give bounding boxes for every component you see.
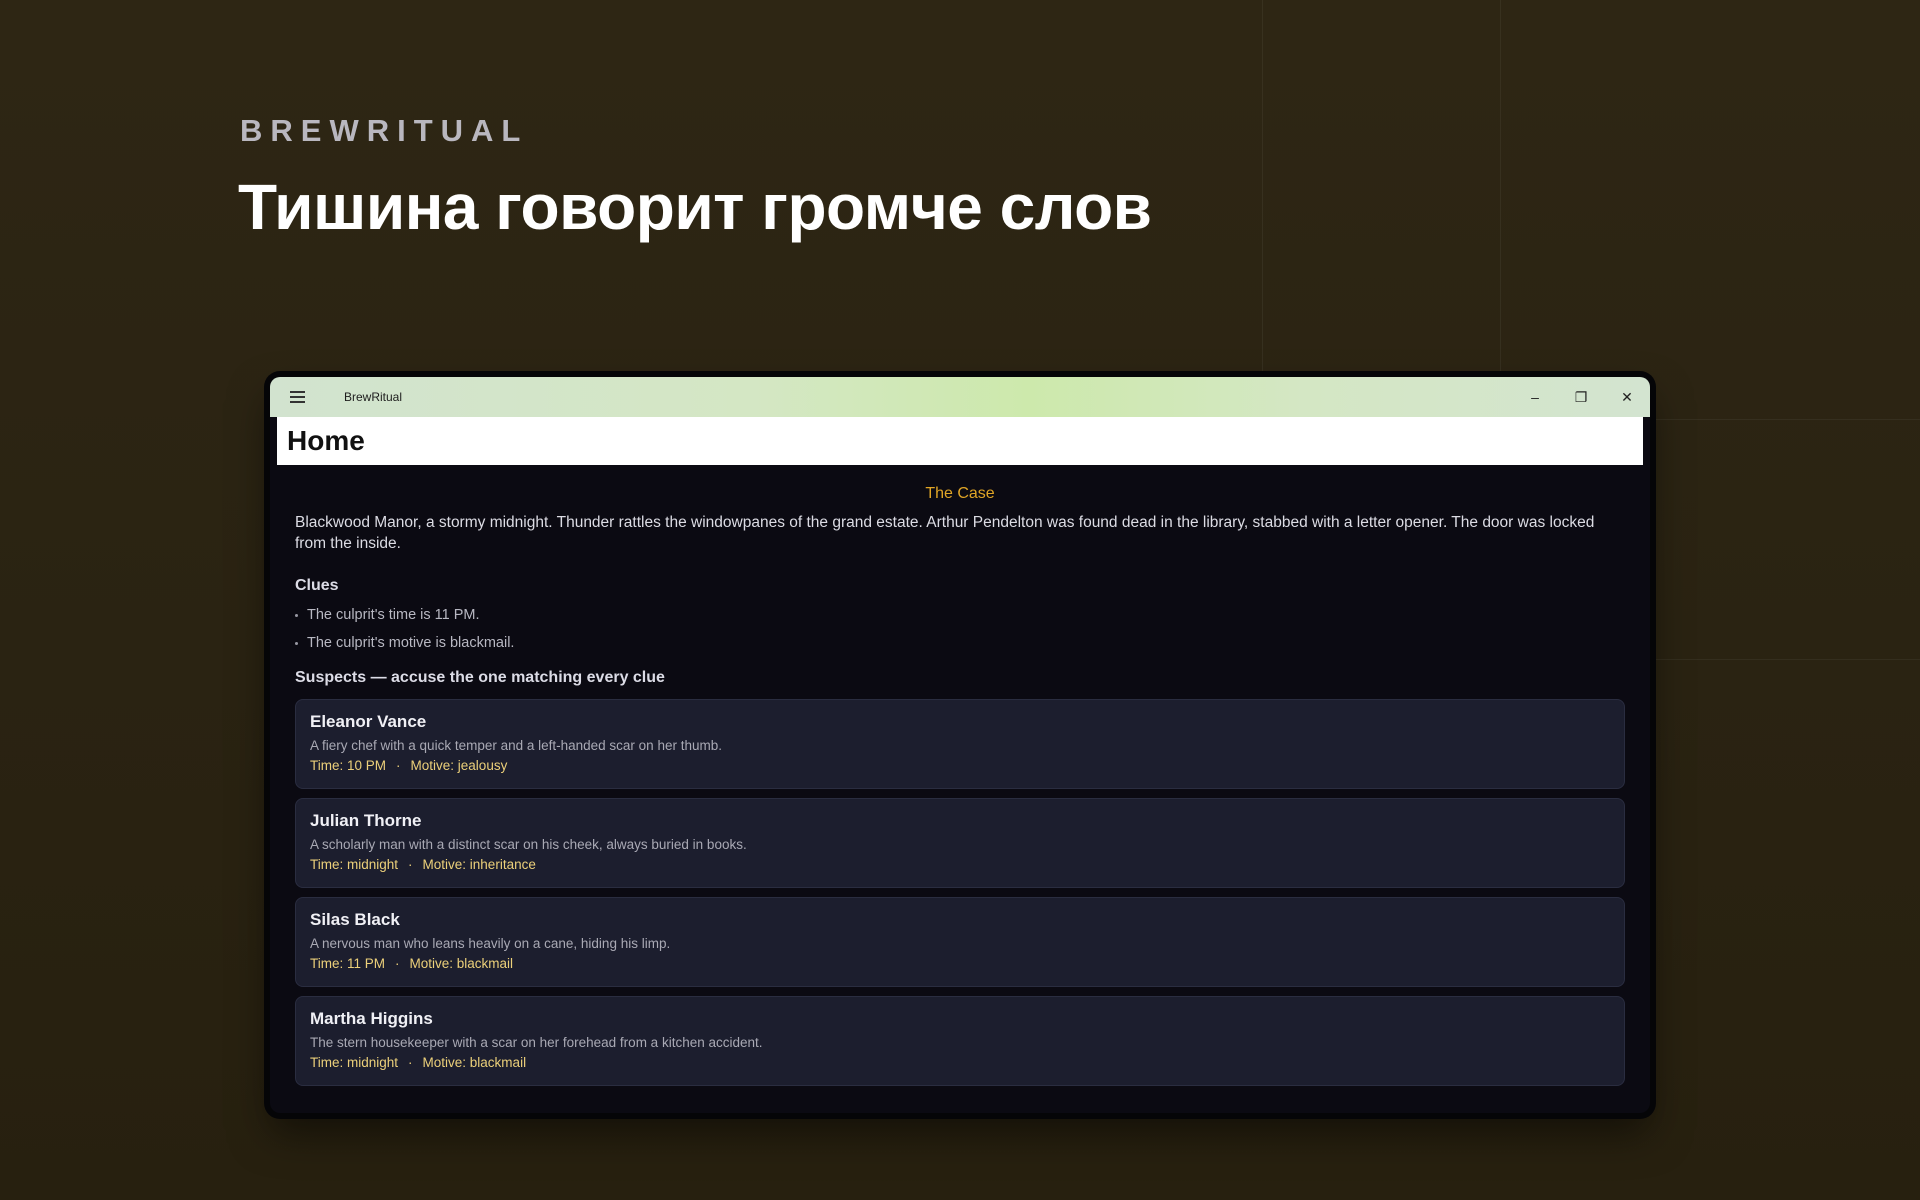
suspect-motive: Motive: inheritance [422,857,536,872]
suspect-meta: Time: midnight · Motive: inheritance [310,857,1610,872]
page-header: Home [277,417,1643,465]
suspect-motive: Motive: jealousy [410,758,508,773]
suspect-description: A fiery chef with a quick temper and a l… [310,738,722,753]
suspect-time: Time: 11 PM [310,956,386,971]
app-title: BrewRitual [344,390,403,404]
suspect-description: A scholarly man with a distinct scar on … [310,837,747,852]
suspect-name: Julian Thorne [310,811,422,830]
clues-heading: Clues [295,577,339,594]
page-title: Home [287,425,365,456]
case-description: Blackwood Manor, a stormy midnight. Thun… [295,514,1595,552]
app-window: BrewRitual – ❐ ✕ Home The Case Blackwood… [270,377,1650,1113]
suspect-motive: Motive: blackmail [409,956,514,971]
clue-item: The culprit's time is 11 PM. [295,607,1625,623]
suspect-meta: Time: 10 PM · Motive: jealousy [310,758,1610,773]
suspect-meta: Time: midnight · Motive: blackmail [310,1055,1610,1070]
hamburger-icon[interactable] [290,391,308,403]
suspects-heading: Suspects — accuse the one matching every… [295,669,665,686]
suspect-time: Time: midnight [310,857,399,872]
suspect-list: Eleanor Vance A fiery chef with a quick … [295,699,1625,1086]
bullet-icon [295,641,298,645]
suspect-description: A nervous man who leans heavily on a can… [310,936,671,951]
suspect-card-eleanor-vance[interactable]: Eleanor Vance A fiery chef with a quick … [295,699,1625,789]
suspect-meta: Time: 11 PM · Motive: blackmail [310,956,1610,971]
suspect-card-silas-black[interactable]: Silas Black A nervous man who leans heav… [295,897,1625,987]
main-content: The Case Blackwood Manor, a stormy midni… [295,465,1625,1113]
suspect-motive: Motive: blackmail [422,1055,527,1070]
title-bar: BrewRitual – ❐ ✕ [270,377,1650,417]
close-icon[interactable]: ✕ [1604,377,1650,417]
minimize-icon[interactable]: – [1512,377,1558,417]
suspect-name: Martha Higgins [310,1009,433,1028]
clue-item: The culprit's motive is blackmail. [295,635,1625,651]
bullet-icon [295,613,298,617]
suspect-name: Silas Black [310,910,400,929]
clue-text: The culprit's motive is blackmail. [307,635,515,651]
suspect-time: Time: 10 PM [310,758,387,773]
suspect-name: Eleanor Vance [310,712,427,731]
headline: Тишина говорит громче слов [238,171,1152,243]
suspect-card-martha-higgins[interactable]: Martha Higgins The stern housekeeper wit… [295,996,1625,1086]
suspect-description: The stern housekeeper with a scar on her… [310,1035,763,1050]
restore-icon[interactable]: ❐ [1558,377,1604,417]
meta-separator: · [396,758,401,773]
suspect-card-julian-thorne[interactable]: Julian Thorne A scholarly man with a dis… [295,798,1625,888]
meta-separator: · [408,1055,413,1070]
case-title: The Case [925,485,995,502]
clue-text: The culprit's time is 11 PM. [307,607,480,623]
brand-wordmark: BREWRITUAL [240,113,529,148]
meta-separator: · [408,857,413,872]
window-controls: – ❐ ✕ [1512,377,1650,417]
suspect-time: Time: midnight [310,1055,399,1070]
meta-separator: · [395,956,400,971]
